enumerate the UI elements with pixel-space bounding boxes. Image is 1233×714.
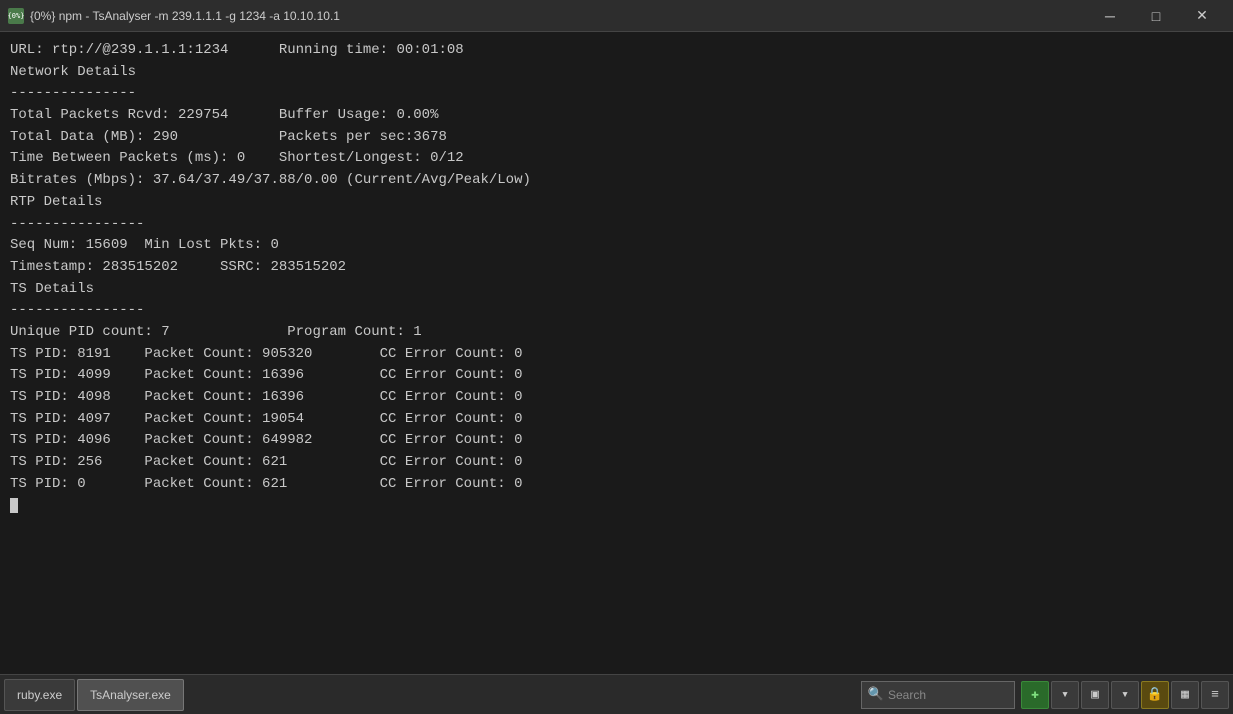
minimize-button[interactable]: ─ bbox=[1087, 0, 1133, 32]
terminal-line: TS PID: 4099 Packet Count: 16396 CC Erro… bbox=[10, 365, 1223, 387]
menu-icon[interactable]: ≡ bbox=[1201, 681, 1229, 709]
search-icon: 🔍 bbox=[868, 687, 884, 702]
terminal-line: Seq Num: 15609 Min Lost Pkts: 0 bbox=[10, 235, 1223, 257]
close-button[interactable]: ✕ bbox=[1179, 0, 1225, 32]
terminal-line: Timestamp: 283515202 SSRC: 283515202 bbox=[10, 257, 1223, 279]
taskbar-icon-buttons: ✚▾▣▾🔒▦≡ bbox=[1021, 681, 1229, 709]
terminal-line: TS PID: 4098 Packet Count: 16396 CC Erro… bbox=[10, 387, 1223, 409]
terminal-line: Unique PID count: 7 Program Count: 1 bbox=[10, 322, 1223, 344]
taskbar-tabs: ruby.exeTsAnalyser.exe bbox=[4, 679, 184, 711]
terminal-line: Total Data (MB): 290 Packets per sec:367… bbox=[10, 127, 1223, 149]
terminal-line: TS PID: 4097 Packet Count: 19054 CC Erro… bbox=[10, 409, 1223, 431]
terminal-line: Total Packets Rcvd: 229754 Buffer Usage:… bbox=[10, 105, 1223, 127]
plus-icon[interactable]: ✚ bbox=[1021, 681, 1049, 709]
lock-icon[interactable]: 🔒 bbox=[1141, 681, 1169, 709]
terminal-line: ---------------- bbox=[10, 300, 1223, 322]
taskbar-search-box[interactable]: 🔍 bbox=[861, 681, 1015, 709]
search-input[interactable] bbox=[888, 688, 1008, 702]
chevron-down-2-icon[interactable]: ▾ bbox=[1111, 681, 1139, 709]
terminal-line: Network Details bbox=[10, 62, 1223, 84]
taskbar-tab-tsanalyser-exe[interactable]: TsAnalyser.exe bbox=[77, 679, 184, 711]
terminal-line: --------------- bbox=[10, 83, 1223, 105]
terminal-output: URL: rtp://@239.1.1.1:1234 Running time:… bbox=[0, 32, 1233, 674]
terminal-line: URL: rtp://@239.1.1.1:1234 Running time:… bbox=[10, 40, 1223, 62]
terminal-line: TS PID: 256 Packet Count: 621 CC Error C… bbox=[10, 452, 1223, 474]
maximize-button[interactable]: □ bbox=[1133, 0, 1179, 32]
terminal-line: TS PID: 4096 Packet Count: 649982 CC Err… bbox=[10, 430, 1223, 452]
terminal-line: TS Details bbox=[10, 279, 1223, 301]
terminal-line: RTP Details bbox=[10, 192, 1223, 214]
terminal-cursor bbox=[10, 498, 18, 513]
chevron-down-icon[interactable]: ▾ bbox=[1051, 681, 1079, 709]
window-controls: ─ □ ✕ bbox=[1087, 0, 1225, 32]
terminal-line: TS PID: 0 Packet Count: 621 CC Error Cou… bbox=[10, 474, 1223, 496]
terminal-cursor-line bbox=[10, 495, 1223, 517]
taskbar: ruby.exeTsAnalyser.exe 🔍 ✚▾▣▾🔒▦≡ bbox=[0, 674, 1233, 714]
taskbar-tab-ruby-exe[interactable]: ruby.exe bbox=[4, 679, 75, 711]
terminal-line: Time Between Packets (ms): 0 Shortest/Lo… bbox=[10, 148, 1223, 170]
window-title: {0%} npm - TsAnalyser -m 239.1.1.1 -g 12… bbox=[30, 9, 1087, 23]
terminal-line: Bitrates (Mbps): 37.64/37.49/37.88/0.00 … bbox=[10, 170, 1223, 192]
terminal-line: ---------------- bbox=[10, 214, 1223, 236]
terminal-line: TS PID: 8191 Packet Count: 905320 CC Err… bbox=[10, 344, 1223, 366]
app-icon: {0%} bbox=[8, 8, 24, 24]
window-icon[interactable]: ▣ bbox=[1081, 681, 1109, 709]
title-bar: {0%} {0%} npm - TsAnalyser -m 239.1.1.1 … bbox=[0, 0, 1233, 32]
layout-icon[interactable]: ▦ bbox=[1171, 681, 1199, 709]
